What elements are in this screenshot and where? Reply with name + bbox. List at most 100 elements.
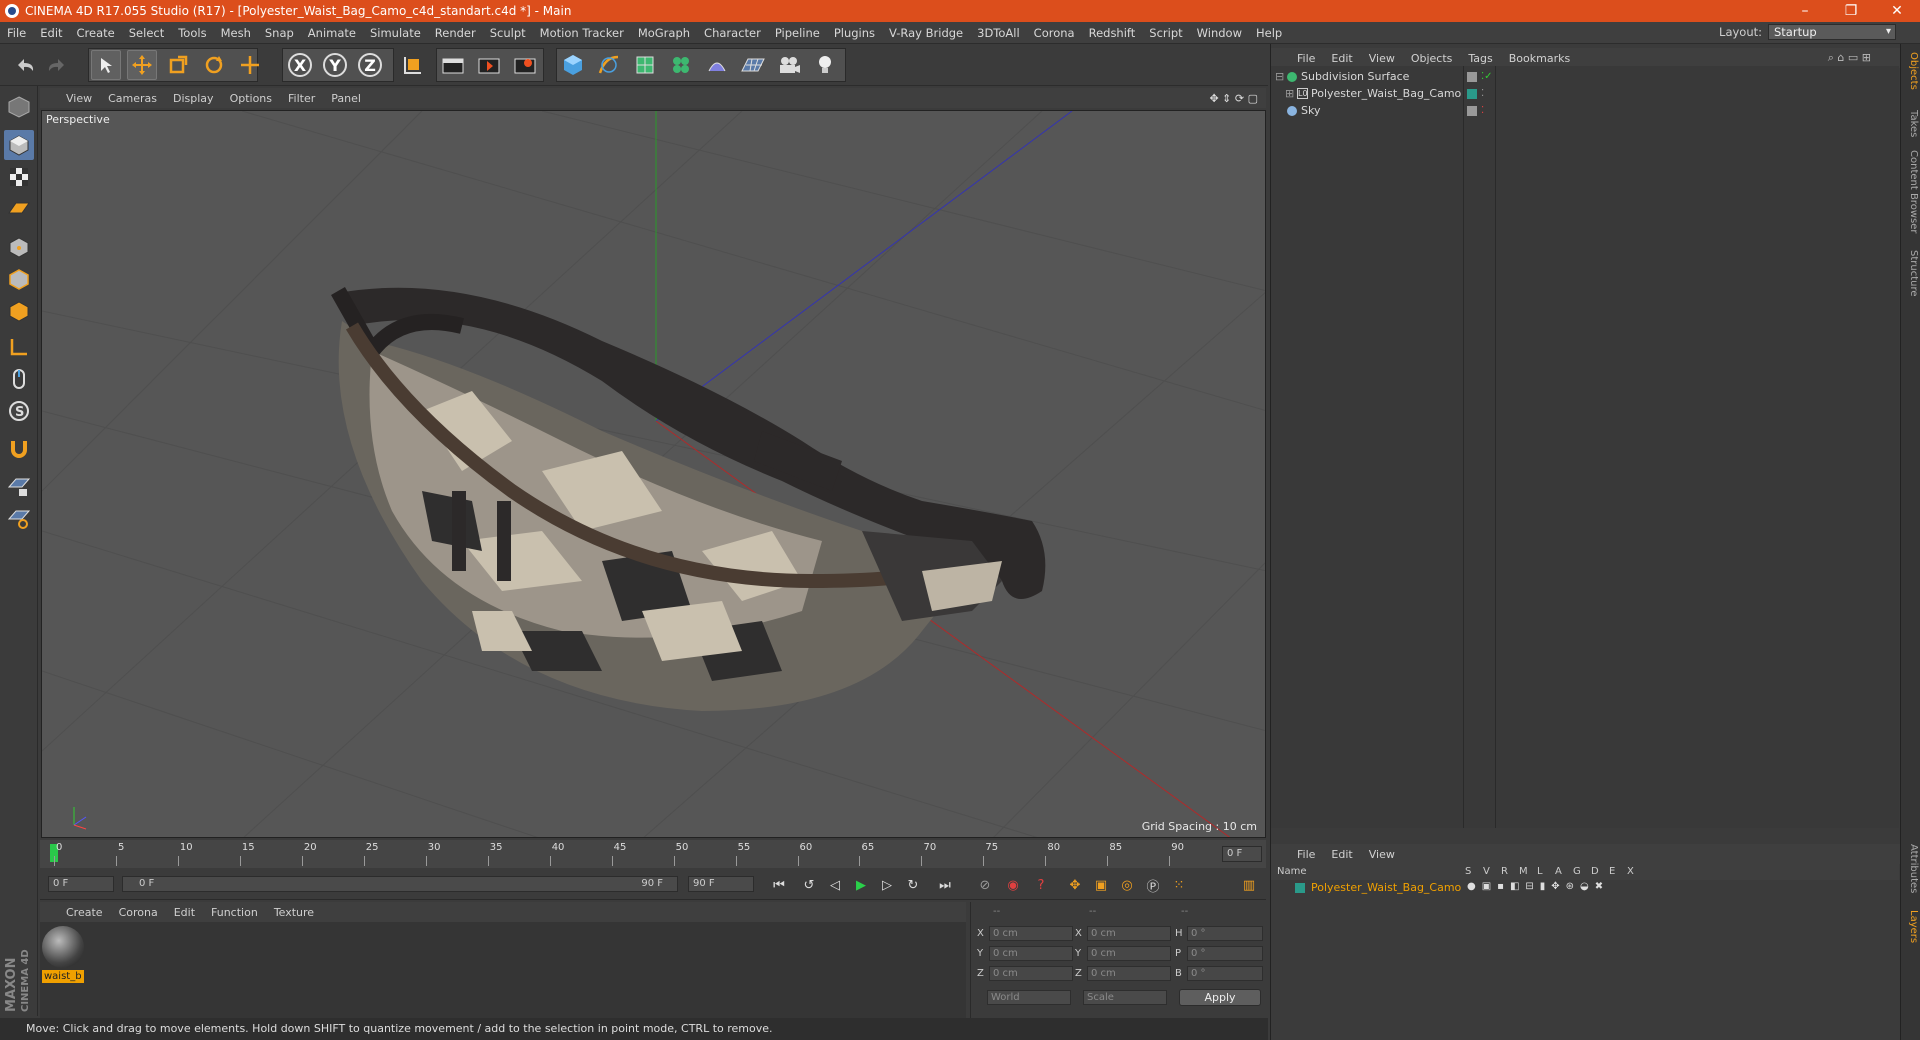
minimize-button[interactable]: – <box>1782 0 1828 22</box>
deformer-icon[interactable] <box>702 50 732 80</box>
menu-plugins[interactable]: Plugins <box>827 26 882 40</box>
rotation-h-field[interactable]: 0 ° <box>1187 926 1263 941</box>
object-name[interactable]: Sky <box>1301 102 1320 120</box>
render-settings-icon[interactable] <box>510 50 540 80</box>
layer-col-manager[interactable]: M <box>1519 866 1528 877</box>
cloner-icon[interactable] <box>666 50 696 80</box>
object-menu-edit[interactable]: Edit <box>1323 52 1360 65</box>
z-axis-lock-icon[interactable]: Z <box>355 50 385 80</box>
object-name[interactable]: Polyester_Waist_Bag_Camo <box>1311 85 1461 103</box>
layer-row[interactable]: Polyester_Waist_Bag_Camo ●▣▪◧⊟▮✥⊛◒✖ <box>1271 880 1899 896</box>
material-menu-corona[interactable]: Corona <box>111 906 166 919</box>
material-menu-function[interactable]: Function <box>203 906 266 919</box>
floor-icon[interactable] <box>738 50 768 80</box>
timeline-frame-field[interactable]: 0 F <box>1222 846 1262 862</box>
close-button[interactable]: ✕ <box>1874 0 1920 22</box>
menu-tools[interactable]: Tools <box>171 26 213 40</box>
position-x-field[interactable]: 0 cm <box>989 926 1073 941</box>
menu-motion-tracker[interactable]: Motion Tracker <box>533 26 631 40</box>
size-z-field[interactable]: 0 cm <box>1087 966 1171 981</box>
goto-start-icon[interactable]: ⏮ <box>768 874 790 896</box>
menu-snap[interactable]: Snap <box>258 26 301 40</box>
layer-col-expressions[interactable]: E <box>1609 866 1615 877</box>
material-thumbnail[interactable] <box>42 926 84 968</box>
position-y-field[interactable]: 0 cm <box>989 946 1073 961</box>
frame-range-slider[interactable]: 0 F 90 F <box>122 876 678 892</box>
menu-simulate[interactable]: Simulate <box>363 26 428 40</box>
material-menu-edit[interactable]: Edit <box>166 906 203 919</box>
tab-content-browser[interactable]: Content Browser <box>1903 150 1919 233</box>
play-icon[interactable]: ▶ <box>850 874 872 896</box>
menu-help[interactable]: Help <box>1249 26 1289 40</box>
rotation-b-field[interactable]: 0 ° <box>1187 966 1263 981</box>
visibility-dots-icon[interactable]: ⁚ <box>1481 85 1484 103</box>
rotate-tool-icon[interactable] <box>199 50 229 80</box>
position-z-field[interactable]: 0 cm <box>989 966 1073 981</box>
spline-pen-icon[interactable] <box>594 50 624 80</box>
object-name[interactable]: Subdivision Surface <box>1301 68 1409 86</box>
viewport-nav-icons[interactable]: ✥ ⇕ ⟳ ▢ <box>1201 92 1266 105</box>
next-frame-icon[interactable]: ▷ <box>876 874 898 896</box>
menu-animate[interactable]: Animate <box>301 26 363 40</box>
layer-tag-icon[interactable] <box>1467 72 1477 82</box>
viewport-menu-filter[interactable]: Filter <box>280 92 323 105</box>
viewport-menu-display[interactable]: Display <box>165 92 222 105</box>
object-row[interactable]: ⊟ Subdivision Surface ⁚✓ <box>1271 68 1899 86</box>
points-mode-icon[interactable] <box>4 232 34 262</box>
workplane-rotate-icon[interactable] <box>4 504 34 534</box>
menu-script[interactable]: Script <box>1142 26 1189 40</box>
texture-mode-icon[interactable] <box>4 162 34 192</box>
menu-edit[interactable]: Edit <box>33 26 69 40</box>
layer-menu-file[interactable]: File <box>1289 848 1323 861</box>
object-row[interactable]: Sky ⁚ <box>1271 102 1899 120</box>
enabled-check-icon[interactable]: ⁚✓ <box>1481 68 1493 86</box>
viewport-menu-view[interactable]: View <box>58 92 100 105</box>
tab-structure[interactable]: Structure <box>1903 250 1919 297</box>
size-y-field[interactable]: 0 cm <box>1087 946 1171 961</box>
record-keys-icon[interactable]: ⊘ <box>974 874 996 896</box>
enable-workplane-lock-icon[interactable] <box>4 472 34 502</box>
expand-icon[interactable]: ⊞ <box>1285 85 1294 103</box>
coordinate-system-icon[interactable] <box>397 50 427 80</box>
layout-dropdown[interactable]: Startup <box>1768 24 1896 40</box>
menu-redshift[interactable]: Redshift <box>1082 26 1143 40</box>
live-select-move-icon[interactable] <box>235 50 265 80</box>
layer-col-xref[interactable]: X <box>1627 866 1634 877</box>
perspective-viewport[interactable]: Perspective Grid Spacing : 10 cm <box>41 110 1266 838</box>
size-x-field[interactable]: 0 cm <box>1087 926 1171 941</box>
key-rotation-icon[interactable]: ◎ <box>1116 874 1138 896</box>
layer-menu-edit[interactable]: Edit <box>1323 848 1360 861</box>
menu-sculpt[interactable]: Sculpt <box>483 26 533 40</box>
material-name[interactable]: waist_b <box>42 970 84 983</box>
menu-mograph[interactable]: MoGraph <box>631 26 697 40</box>
polygons-mode-icon[interactable] <box>4 296 34 326</box>
timeline-ruler[interactable]: 0 5 10 15 20 25 30 35 40 45 50 55 60 65 70 75 80 85 90 0 F <box>40 840 1266 868</box>
layer-name[interactable]: Polyester_Waist_Bag_Camo <box>1311 881 1461 894</box>
menu-vray-bridge[interactable]: V-Ray Bridge <box>882 26 970 40</box>
object-search-icon[interactable]: ⌕ ⌂ ▭ ⊞ <box>1820 51 1901 65</box>
menu-pipeline[interactable]: Pipeline <box>768 26 827 40</box>
maximize-button[interactable]: ❐ <box>1828 0 1874 22</box>
menu-file[interactable]: File <box>0 26 33 40</box>
workplane-icon[interactable] <box>4 194 34 224</box>
layer-col-deformers[interactable]: D <box>1591 866 1599 877</box>
tab-objects[interactable]: Objects <box>1903 52 1919 90</box>
menu-corona[interactable]: Corona <box>1027 26 1082 40</box>
object-menu-tags[interactable]: Tags <box>1460 52 1500 65</box>
next-key-icon[interactable]: ↻ <box>902 874 924 896</box>
menu-select[interactable]: Select <box>122 26 171 40</box>
tab-layers[interactable]: Layers <box>1903 910 1919 943</box>
select-tool-icon[interactable] <box>91 50 121 80</box>
subdivision-surface-icon[interactable] <box>630 50 660 80</box>
cube-primitive-icon[interactable] <box>558 50 588 80</box>
viewport-menu-options[interactable]: Options <box>222 92 280 105</box>
timeline-window-icon[interactable]: ▥ <box>1238 874 1260 896</box>
layer-tag-icon[interactable] <box>1467 106 1477 116</box>
layer-col-render[interactable]: R <box>1501 866 1508 877</box>
render-view-icon[interactable] <box>438 50 468 80</box>
keyframe-selection-icon[interactable]: ? <box>1030 874 1052 896</box>
rotation-p-field[interactable]: 0 ° <box>1187 946 1263 961</box>
redo-icon[interactable] <box>42 50 72 80</box>
coord-mode-dropdown[interactable]: Scale <box>1083 990 1167 1005</box>
layer-col-locked[interactable]: L <box>1537 866 1543 877</box>
